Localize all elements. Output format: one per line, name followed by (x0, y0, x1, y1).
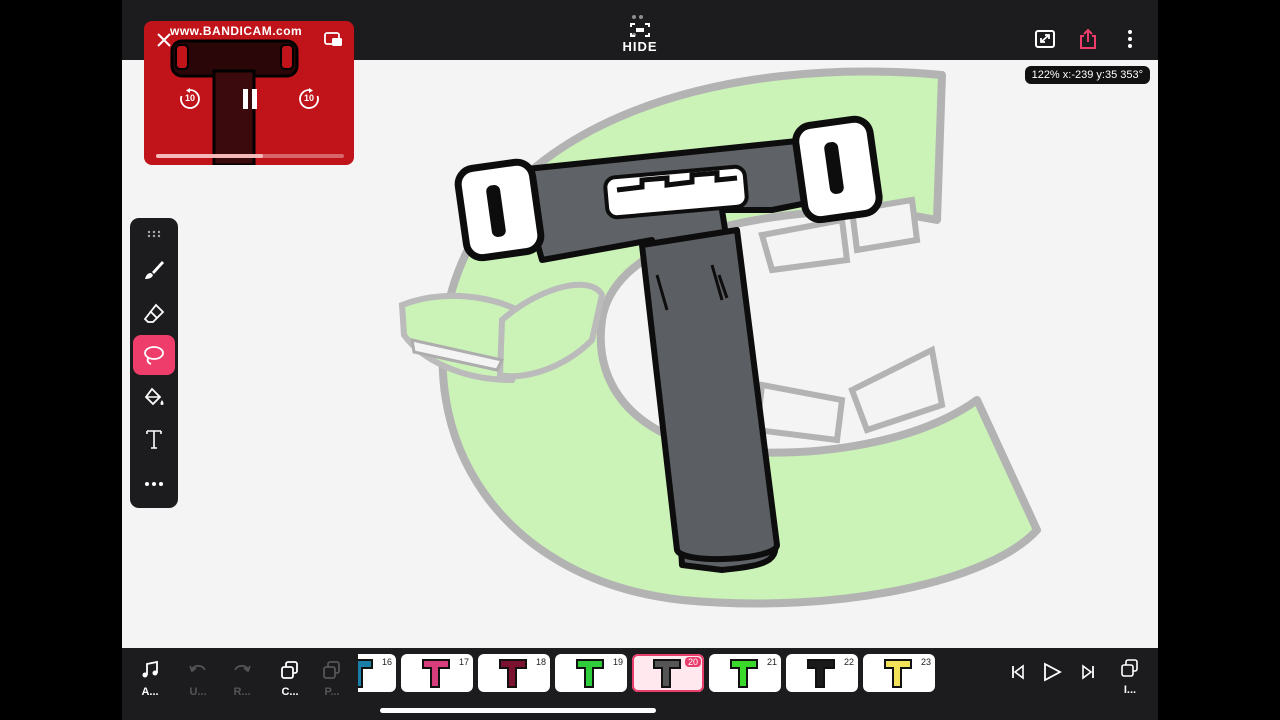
more-tools-button[interactable] (133, 464, 175, 504)
picture-in-picture-player[interactable]: www.BANDICAM.com 10 10 (144, 21, 354, 165)
restore-pip-icon[interactable] (324, 31, 344, 49)
frame-thumbnail[interactable]: 18 (478, 654, 550, 692)
bandicam-watermark: www.BANDICAM.com (170, 24, 303, 38)
redo-label: R... (233, 686, 251, 698)
palette-drag-handle[interactable] (133, 220, 175, 248)
close-icon[interactable] (156, 32, 172, 48)
tool-palette (130, 218, 178, 508)
ellipsis-icon (145, 482, 163, 486)
play-button[interactable] (1032, 662, 1072, 687)
frame-strip[interactable]: 16 17 18 19 20 21 22 23 (358, 654, 996, 694)
drag-handle-icon (147, 230, 161, 238)
frame-thumbnail[interactable]: 21 (709, 654, 781, 692)
skip-to-end-icon (1082, 664, 1094, 680)
lasso-icon (144, 346, 164, 365)
frame-number: 18 (535, 657, 546, 667)
undo-button[interactable]: U... (178, 660, 218, 698)
frame-number: 22 (843, 657, 854, 667)
pip-progress-fill (156, 154, 264, 158)
layers-icon (1121, 659, 1138, 677)
eraser-icon (143, 303, 165, 323)
app-screen: HIDE 122% x:-239 y:35 353° www.BANDICAM.… (122, 0, 1158, 720)
fullscreen-icon[interactable] (1034, 28, 1056, 50)
frame-number: 19 (612, 657, 623, 667)
audio-button[interactable]: A... (130, 660, 170, 698)
brush-tool[interactable] (133, 250, 175, 290)
lasso-tool[interactable] (133, 335, 175, 375)
pip-progress-bar[interactable] (156, 154, 344, 158)
frame-thumbnail[interactable]: 19 (555, 654, 627, 692)
frame-number: 20 (684, 657, 701, 667)
redo-icon (234, 664, 251, 673)
skip-back-seconds: 10 (184, 93, 195, 103)
layers-label: I... (1123, 684, 1137, 696)
frame-thumbnail[interactable]: 17 (401, 654, 473, 692)
pause-icon[interactable] (240, 87, 260, 111)
share-icon[interactable] (1077, 28, 1099, 50)
frame-number: 16 (381, 657, 392, 667)
play-icon (1044, 662, 1062, 682)
text-icon (146, 430, 162, 449)
copy-icon (281, 661, 298, 679)
frame-thumbnail[interactable]: 23 (863, 654, 935, 692)
copy-button[interactable]: C... (270, 660, 310, 698)
hide-label: HIDE (622, 39, 658, 54)
last-frame-button[interactable] (1068, 664, 1108, 685)
text-tool[interactable] (133, 419, 175, 459)
brush-icon (145, 261, 164, 279)
redo-button[interactable]: R... (222, 660, 262, 698)
more-options-icon[interactable] (1119, 28, 1141, 50)
frame-number: 21 (766, 657, 777, 667)
frame-thumbnail[interactable]: 22 (786, 654, 858, 692)
frame-thumbnail[interactable]: 16 (358, 654, 396, 692)
frame-thumbnail[interactable]: 20 (632, 654, 704, 692)
copy-label: C... (281, 686, 299, 698)
paste-button[interactable]: P... (312, 660, 352, 698)
skip-back-button[interactable]: 10 (178, 87, 202, 111)
paint-bucket-icon (144, 387, 164, 406)
multitask-grip-icon[interactable] (630, 6, 650, 37)
zoom-position-readout: 122% x:-239 y:35 353° (1024, 66, 1150, 84)
paste-label: P... (324, 686, 340, 698)
skip-to-start-icon (1012, 664, 1024, 680)
skip-forward-button[interactable]: 10 (297, 87, 321, 111)
home-indicator[interactable] (380, 708, 656, 713)
music-note-icon (142, 660, 158, 678)
fill-tool[interactable] (133, 377, 175, 417)
eraser-tool[interactable] (133, 293, 175, 333)
audio-label: A... (141, 686, 159, 698)
hide-button[interactable]: HIDE (610, 22, 670, 58)
frame-number: 23 (920, 657, 931, 667)
frame-number: 17 (458, 657, 469, 667)
skip-forward-seconds: 10 (303, 93, 314, 103)
undo-label: U... (189, 686, 207, 698)
undo-icon (189, 664, 206, 673)
layers-button[interactable]: I... (1110, 658, 1150, 696)
paste-icon (323, 661, 340, 679)
hide-icon (630, 23, 650, 37)
